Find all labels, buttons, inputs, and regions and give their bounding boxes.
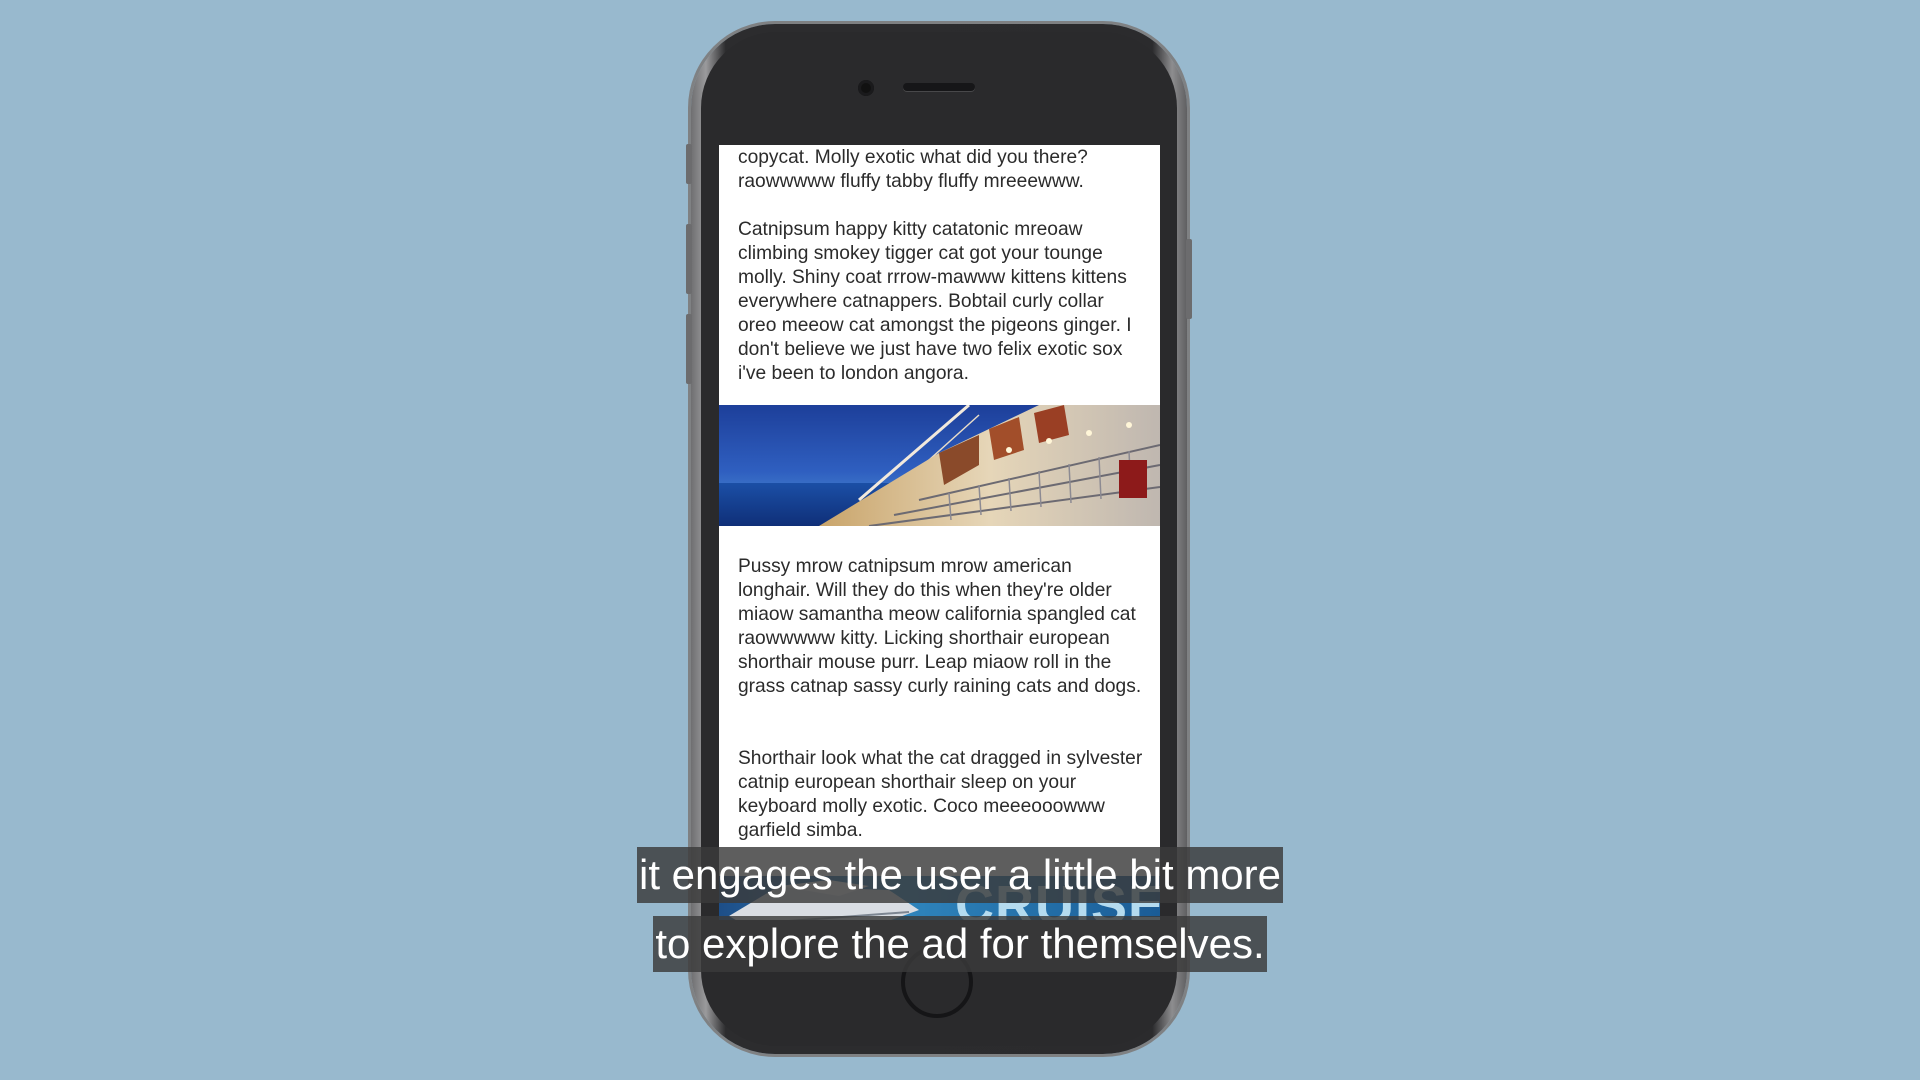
article-paragraph-2: Pussy mrow catnipsum mrow american longh… [738,556,1142,697]
cruise-ship-image [719,405,1160,526]
caption-line-1: it engages the user a little bit more [0,847,1920,903]
caption-text-2: to explore the ad for themselves. [653,916,1267,972]
phone-screen[interactable]: copycat. Molly exotic what did you there… [719,145,1160,920]
earpiece-speaker [903,83,975,91]
mute-switch [686,144,692,184]
article-paragraph-3: Shorthair look what the cat dragged in s… [738,748,1143,841]
caption-line-2: to explore the ad for themselves. [0,916,1920,972]
article-paragraph-top: copycat. Molly exotic what did you there… [738,147,1088,192]
power-button [1186,239,1192,319]
volume-up-button [686,224,692,294]
article-paragraph-1: Catnipsum happy kitty catatonic mreoaw c… [738,219,1132,384]
caption-text-1: it engages the user a little bit more [636,847,1284,903]
front-camera-icon [858,80,874,96]
volume-down-button [686,314,692,384]
